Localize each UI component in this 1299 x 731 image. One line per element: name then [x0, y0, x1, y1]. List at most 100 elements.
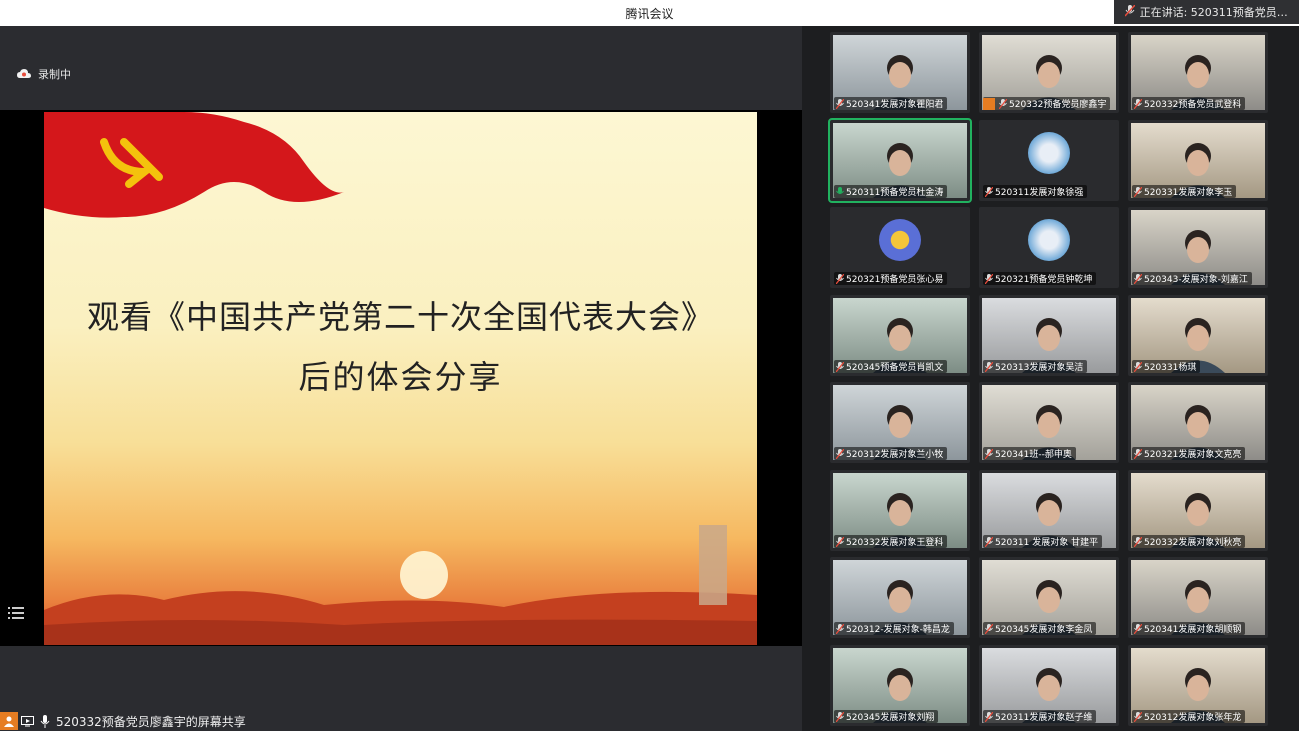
muted-mic-icon	[983, 273, 995, 285]
participant-name: 520341发展对象瞿阳君	[846, 100, 944, 110]
shared-screen-area: 录制中 观看《中国共产党第二十次全国代表大会》 后的体会分享	[0, 26, 802, 731]
list-icon[interactable]	[8, 606, 24, 620]
participant-name: 520331杨琪	[1144, 363, 1197, 373]
participant-tile[interactable]: 520343-发展对象-刘嘉江	[1128, 207, 1268, 288]
party-flag-image	[44, 112, 344, 218]
great-wall-sunset-image	[44, 525, 757, 645]
muted-mic-icon	[983, 623, 995, 635]
participant-name-label: 520311发展对象赵子维	[983, 710, 1097, 723]
muted-mic-icon	[1132, 361, 1144, 373]
participant-name-label: 520332发展对象刘秋亮	[1132, 535, 1246, 548]
participant-name: 520321发展对象文克亮	[1144, 450, 1242, 460]
participant-tile[interactable]: 520312发展对象张年龙	[1128, 645, 1268, 726]
mic-on-icon	[834, 186, 846, 198]
host-user-icon	[0, 712, 18, 730]
screen-share-bar: 520332预备党员廖鑫宇的屏幕共享	[0, 711, 252, 731]
participant-name-label: 520343-发展对象-刘嘉江	[1132, 272, 1252, 285]
muted-mic-icon	[834, 536, 846, 548]
participant-name-label: 520311预备党员杜金涛	[834, 185, 948, 198]
panel-divider	[802, 26, 829, 731]
participant-name-label: 520311发展对象徐强	[983, 185, 1088, 198]
participant-name: 520345发展对象刘翔	[846, 713, 935, 723]
participant-tile[interactable]: 520321预备党员钟乾坤	[979, 207, 1119, 288]
speaking-indicator: 正在讲话: 520311预备党员杜...	[1114, 0, 1299, 24]
recording-indicator[interactable]: 录制中	[17, 66, 71, 82]
participant-tile[interactable]: 520341班--郝申奥	[979, 382, 1119, 463]
participant-tile[interactable]: 520345发展对象李金凤	[979, 557, 1119, 638]
participant-name: 520311预备党员杜金涛	[846, 188, 944, 198]
participant-name: 520332发展对象刘秋亮	[1144, 538, 1242, 548]
participant-tile[interactable]: 520331发展对象李玉	[1128, 120, 1268, 201]
slide-title-line2: 后的体会分享	[298, 358, 503, 396]
participant-name-label: 520321发展对象文克亮	[1132, 447, 1246, 460]
participant-name: 520341发展对象胡顺钢	[1144, 625, 1242, 635]
participant-tile[interactable]: 520345预备党员肖凯文	[830, 295, 970, 376]
participant-name-label: 520321预备党员钟乾坤	[983, 272, 1097, 285]
participant-name-label: 520345发展对象李金凤	[983, 622, 1097, 635]
participant-name: 520312发展对象兰小牧	[846, 450, 944, 460]
share-bar-text: 520332预备党员廖鑫宇的屏幕共享	[56, 714, 246, 729]
recording-label: 录制中	[38, 68, 71, 81]
muted-mic-icon	[1132, 711, 1144, 723]
host-badge-icon	[983, 97, 995, 110]
participant-avatar	[879, 219, 921, 261]
participant-name: 520311发展对象赵子维	[995, 713, 1093, 723]
participant-name: 520341班--郝申奥	[995, 450, 1072, 460]
participant-tile[interactable]: 520311 发展对象 甘建平	[979, 470, 1119, 551]
participant-tile[interactable]: 520311发展对象赵子维	[979, 645, 1119, 726]
muted-mic-icon	[834, 623, 846, 635]
participant-name-label: 520321预备党员张心易	[834, 272, 948, 285]
participant-tile[interactable]: 520312-发展对象-韩昌龙	[830, 557, 970, 638]
participant-tile[interactable]: 520321预备党员张心易	[830, 207, 970, 288]
participant-tile[interactable]: 520341发展对象瞿阳君	[830, 32, 970, 113]
participant-name-label: 520312-发展对象-韩昌龙	[834, 622, 954, 635]
participant-name: 520312-发展对象-韩昌龙	[846, 625, 950, 635]
participant-tile[interactable]: 520321发展对象文克亮	[1128, 382, 1268, 463]
participant-name: 520332发展对象王登科	[846, 538, 944, 548]
muted-mic-icon	[997, 98, 1009, 110]
participant-tile[interactable]: 520313发展对象吴洁	[979, 295, 1119, 376]
participant-tile[interactable]: 520341发展对象胡顺钢	[1128, 557, 1268, 638]
participant-name: 520345发展对象李金凤	[995, 625, 1093, 635]
muted-mic-icon	[834, 98, 846, 110]
muted-mic-icon	[834, 273, 846, 285]
participant-name: 520312发展对象张年龙	[1144, 713, 1242, 723]
participant-avatar	[1028, 132, 1070, 174]
muted-mic-icon	[1132, 98, 1144, 110]
participant-tile[interactable]: 520311预备党员杜金涛	[828, 118, 972, 203]
participant-avatar	[1028, 219, 1070, 261]
participant-name: 520345预备党员肖凯文	[846, 363, 944, 373]
muted-mic-icon	[1132, 186, 1144, 198]
participant-tile[interactable]: 520332发展对象王登科	[830, 470, 970, 551]
participant-name-label: 520331发展对象李玉	[1132, 185, 1237, 198]
window-titlebar: 腾讯会议	[0, 0, 1299, 26]
participant-name-label: 520332预备党员武登科	[1132, 97, 1246, 110]
participant-tile[interactable]: 520332发展对象刘秋亮	[1128, 470, 1268, 551]
participant-name: 520313发展对象吴洁	[995, 363, 1084, 373]
participant-name-label: 520341发展对象胡顺钢	[1132, 622, 1246, 635]
participant-tile[interactable]: 520312发展对象兰小牧	[830, 382, 970, 463]
muted-mic-icon	[834, 448, 846, 460]
muted-mic-icon	[1132, 623, 1144, 635]
participant-name: 520321预备党员张心易	[846, 275, 944, 285]
participant-name: 520343-发展对象-刘嘉江	[1144, 275, 1248, 285]
speaking-text: 正在讲话: 520311预备党员杜...	[1139, 6, 1299, 19]
cloud-record-icon	[17, 69, 31, 78]
participant-name-label: 520332发展对象王登科	[834, 535, 948, 548]
participant-name-label: 520311 发展对象 甘建平	[983, 535, 1103, 548]
participant-name-label: 520332预备党员廖鑫宇	[983, 97, 1111, 110]
muted-mic-icon	[834, 361, 846, 373]
participant-tile[interactable]: 520345发展对象刘翔	[830, 645, 970, 726]
muted-mic-icon	[983, 711, 995, 723]
participant-tile[interactable]: 520332预备党员武登科	[1128, 32, 1268, 113]
participant-tile[interactable]: 520311发展对象徐强	[979, 120, 1119, 201]
participant-tile[interactable]: 520332预备党员廖鑫宇	[979, 32, 1119, 113]
muted-mic-icon	[834, 711, 846, 723]
participant-tile[interactable]: 520331杨琪	[1128, 295, 1268, 376]
participant-name: 520311发展对象徐强	[995, 188, 1084, 198]
window-title: 腾讯会议	[625, 7, 674, 21]
participant-name: 520332预备党员廖鑫宇	[1009, 100, 1107, 110]
participant-name-label: 520312发展对象兰小牧	[834, 447, 948, 460]
muted-mic-icon	[1132, 273, 1144, 285]
participant-name: 520311 发展对象 甘建平	[995, 538, 1099, 548]
